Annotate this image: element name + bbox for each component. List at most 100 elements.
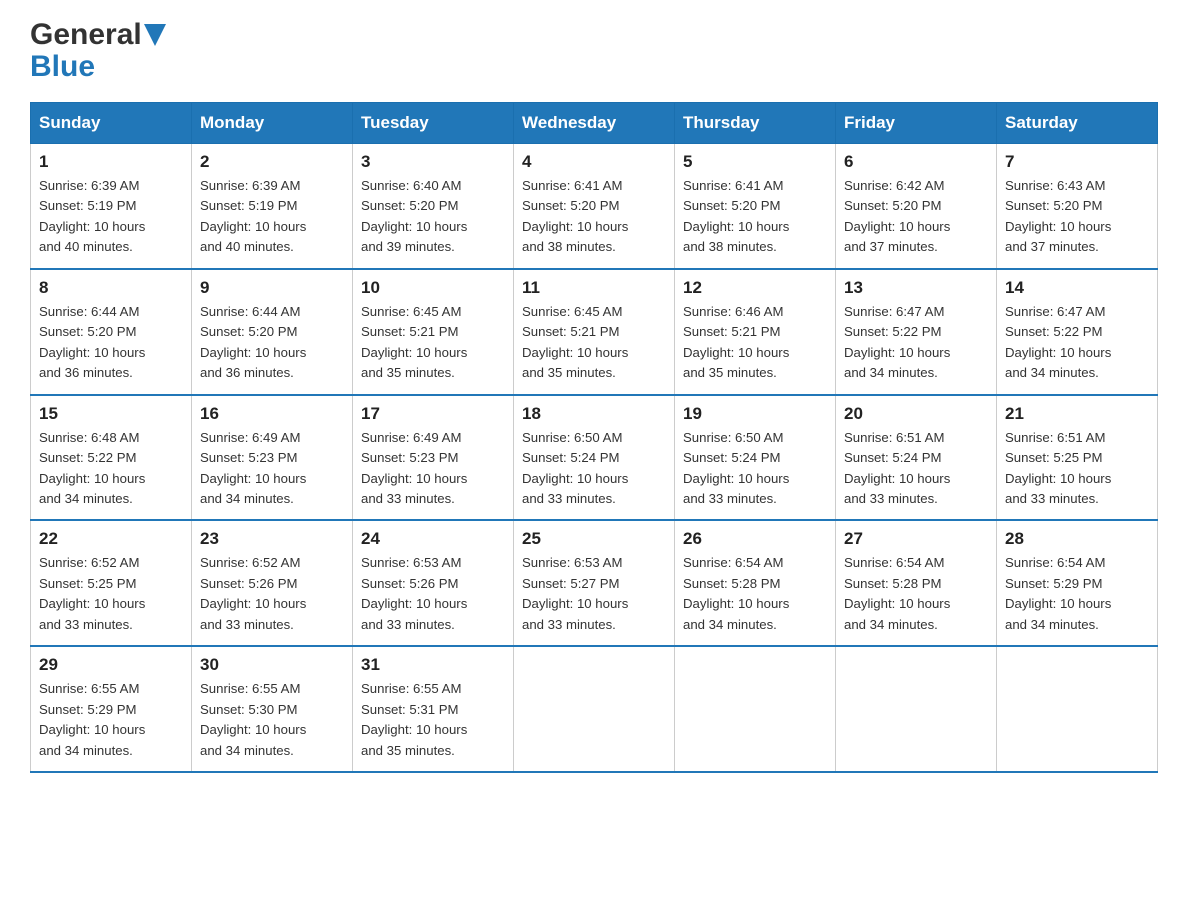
day-number: 25	[522, 529, 666, 549]
calendar-cell: 24 Sunrise: 6:53 AMSunset: 5:26 PMDayligh…	[353, 520, 514, 646]
logo: General Blue	[30, 20, 166, 82]
calendar-cell: 29 Sunrise: 6:55 AMSunset: 5:29 PMDayligh…	[31, 646, 192, 772]
calendar-week-row: 15 Sunrise: 6:48 AMSunset: 5:22 PMDayligh…	[31, 395, 1158, 521]
calendar-table: SundayMondayTuesdayWednesdayThursdayFrid…	[30, 102, 1158, 773]
calendar-cell: 6Sunrise: 6:42 AMSunset: 5:20 PMDaylight…	[836, 144, 997, 269]
calendar-cell: 4 Sunrise: 6:41 AMSunset: 5:20 PMDaylight…	[514, 144, 675, 269]
day-number: 28	[1005, 529, 1149, 549]
calendar-cell	[836, 646, 997, 772]
calendar-cell: 27 Sunrise: 6:54 AMSunset: 5:28 PMDayligh…	[836, 520, 997, 646]
day-info: Sunrise: 6:51 AMSunset: 5:24 PMDaylight:…	[844, 428, 988, 510]
calendar-cell: 10 Sunrise: 6:45 AMSunset: 5:21 PMDayligh…	[353, 269, 514, 395]
day-info: Sunrise: 6:41 AMSunset: 5:20 PMDaylight:…	[683, 176, 827, 258]
calendar-week-row: 22Sunrise: 6:52 AMSunset: 5:25 PMDayligh…	[31, 520, 1158, 646]
col-header-wednesday: Wednesday	[514, 103, 675, 144]
calendar-cell: 8 Sunrise: 6:44 AMSunset: 5:20 PMDaylight…	[31, 269, 192, 395]
day-number: 1	[39, 152, 183, 172]
calendar-week-row: 29 Sunrise: 6:55 AMSunset: 5:29 PMDayligh…	[31, 646, 1158, 772]
day-info: Sunrise: 6:48 AMSunset: 5:22 PMDaylight:…	[39, 428, 183, 510]
col-header-saturday: Saturday	[997, 103, 1158, 144]
col-header-friday: Friday	[836, 103, 997, 144]
day-info: Sunrise: 6:53 AMSunset: 5:26 PMDaylight:…	[361, 553, 505, 635]
calendar-cell: 15 Sunrise: 6:48 AMSunset: 5:22 PMDayligh…	[31, 395, 192, 521]
day-info: Sunrise: 6:49 AMSunset: 5:23 PMDaylight:…	[361, 428, 505, 510]
day-number: 11	[522, 278, 666, 298]
day-number: 31	[361, 655, 505, 675]
calendar-cell: 14 Sunrise: 6:47 AMSunset: 5:22 PMDayligh…	[997, 269, 1158, 395]
calendar-cell	[997, 646, 1158, 772]
calendar-cell: 20 Sunrise: 6:51 AMSunset: 5:24 PMDayligh…	[836, 395, 997, 521]
day-info: Sunrise: 6:47 AMSunset: 5:22 PMDaylight:…	[1005, 302, 1149, 384]
day-number: 26	[683, 529, 827, 549]
calendar-cell	[675, 646, 836, 772]
day-number: 14	[1005, 278, 1149, 298]
calendar-cell: 7Sunrise: 6:43 AMSunset: 5:20 PMDaylight…	[997, 144, 1158, 269]
day-number: 18	[522, 404, 666, 424]
day-number: 23	[200, 529, 344, 549]
day-info: Sunrise: 6:52 AMSunset: 5:26 PMDaylight:…	[200, 553, 344, 635]
day-info: Sunrise: 6:54 AMSunset: 5:28 PMDaylight:…	[844, 553, 988, 635]
calendar-week-row: 1 Sunrise: 6:39 AMSunset: 5:19 PMDaylight…	[31, 144, 1158, 269]
day-number: 6	[844, 152, 988, 172]
col-header-monday: Monday	[192, 103, 353, 144]
day-info: Sunrise: 6:44 AMSunset: 5:20 PMDaylight:…	[39, 302, 183, 384]
day-number: 15	[39, 404, 183, 424]
calendar-cell: 12Sunrise: 6:46 AMSunset: 5:21 PMDayligh…	[675, 269, 836, 395]
day-number: 8	[39, 278, 183, 298]
day-number: 27	[844, 529, 988, 549]
day-number: 17	[361, 404, 505, 424]
calendar-cell: 1 Sunrise: 6:39 AMSunset: 5:19 PMDaylight…	[31, 144, 192, 269]
calendar-cell: 16 Sunrise: 6:49 AMSunset: 5:23 PMDayligh…	[192, 395, 353, 521]
day-info: Sunrise: 6:50 AMSunset: 5:24 PMDaylight:…	[522, 428, 666, 510]
day-info: Sunrise: 6:51 AMSunset: 5:25 PMDaylight:…	[1005, 428, 1149, 510]
day-info: Sunrise: 6:55 AMSunset: 5:29 PMDaylight:…	[39, 679, 183, 761]
calendar-cell: 5 Sunrise: 6:41 AMSunset: 5:20 PMDaylight…	[675, 144, 836, 269]
day-number: 7	[1005, 152, 1149, 172]
calendar-cell: 13Sunrise: 6:47 AMSunset: 5:22 PMDayligh…	[836, 269, 997, 395]
calendar-header-row: SundayMondayTuesdayWednesdayThursdayFrid…	[31, 103, 1158, 144]
day-info: Sunrise: 6:55 AMSunset: 5:30 PMDaylight:…	[200, 679, 344, 761]
col-header-tuesday: Tuesday	[353, 103, 514, 144]
day-number: 19	[683, 404, 827, 424]
calendar-cell: 9 Sunrise: 6:44 AMSunset: 5:20 PMDaylight…	[192, 269, 353, 395]
day-info: Sunrise: 6:50 AMSunset: 5:24 PMDaylight:…	[683, 428, 827, 510]
day-number: 9	[200, 278, 344, 298]
day-info: Sunrise: 6:55 AMSunset: 5:31 PMDaylight:…	[361, 679, 505, 761]
day-number: 4	[522, 152, 666, 172]
day-info: Sunrise: 6:41 AMSunset: 5:20 PMDaylight:…	[522, 176, 666, 258]
day-number: 20	[844, 404, 988, 424]
day-info: Sunrise: 6:47 AMSunset: 5:22 PMDaylight:…	[844, 302, 988, 384]
calendar-cell: 31 Sunrise: 6:55 AMSunset: 5:31 PMDayligh…	[353, 646, 514, 772]
day-info: Sunrise: 6:39 AMSunset: 5:19 PMDaylight:…	[39, 176, 183, 258]
calendar-cell: 3 Sunrise: 6:40 AMSunset: 5:20 PMDaylight…	[353, 144, 514, 269]
day-info: Sunrise: 6:45 AMSunset: 5:21 PMDaylight:…	[361, 302, 505, 384]
day-number: 24	[361, 529, 505, 549]
calendar-cell	[514, 646, 675, 772]
day-info: Sunrise: 6:44 AMSunset: 5:20 PMDaylight:…	[200, 302, 344, 384]
calendar-cell: 30 Sunrise: 6:55 AMSunset: 5:30 PMDayligh…	[192, 646, 353, 772]
day-number: 16	[200, 404, 344, 424]
day-number: 5	[683, 152, 827, 172]
calendar-cell: 25 Sunrise: 6:53 AMSunset: 5:27 PMDayligh…	[514, 520, 675, 646]
day-info: Sunrise: 6:54 AMSunset: 5:28 PMDaylight:…	[683, 553, 827, 635]
calendar-cell: 19 Sunrise: 6:50 AMSunset: 5:24 PMDayligh…	[675, 395, 836, 521]
page-header: General Blue	[30, 20, 1158, 82]
calendar-cell: 18 Sunrise: 6:50 AMSunset: 5:24 PMDayligh…	[514, 395, 675, 521]
day-info: Sunrise: 6:49 AMSunset: 5:23 PMDaylight:…	[200, 428, 344, 510]
day-number: 3	[361, 152, 505, 172]
col-header-sunday: Sunday	[31, 103, 192, 144]
day-info: Sunrise: 6:40 AMSunset: 5:20 PMDaylight:…	[361, 176, 505, 258]
calendar-cell: 17 Sunrise: 6:49 AMSunset: 5:23 PMDayligh…	[353, 395, 514, 521]
day-info: Sunrise: 6:39 AMSunset: 5:19 PMDaylight:…	[200, 176, 344, 258]
calendar-cell: 11 Sunrise: 6:45 AMSunset: 5:21 PMDayligh…	[514, 269, 675, 395]
day-number: 10	[361, 278, 505, 298]
calendar-cell: 22Sunrise: 6:52 AMSunset: 5:25 PMDayligh…	[31, 520, 192, 646]
day-number: 29	[39, 655, 183, 675]
calendar-cell: 23 Sunrise: 6:52 AMSunset: 5:26 PMDayligh…	[192, 520, 353, 646]
day-info: Sunrise: 6:53 AMSunset: 5:27 PMDaylight:…	[522, 553, 666, 635]
day-number: 30	[200, 655, 344, 675]
calendar-cell: 28Sunrise: 6:54 AMSunset: 5:29 PMDayligh…	[997, 520, 1158, 646]
day-info: Sunrise: 6:45 AMSunset: 5:21 PMDaylight:…	[522, 302, 666, 384]
day-number: 12	[683, 278, 827, 298]
calendar-cell: 21Sunrise: 6:51 AMSunset: 5:25 PMDayligh…	[997, 395, 1158, 521]
